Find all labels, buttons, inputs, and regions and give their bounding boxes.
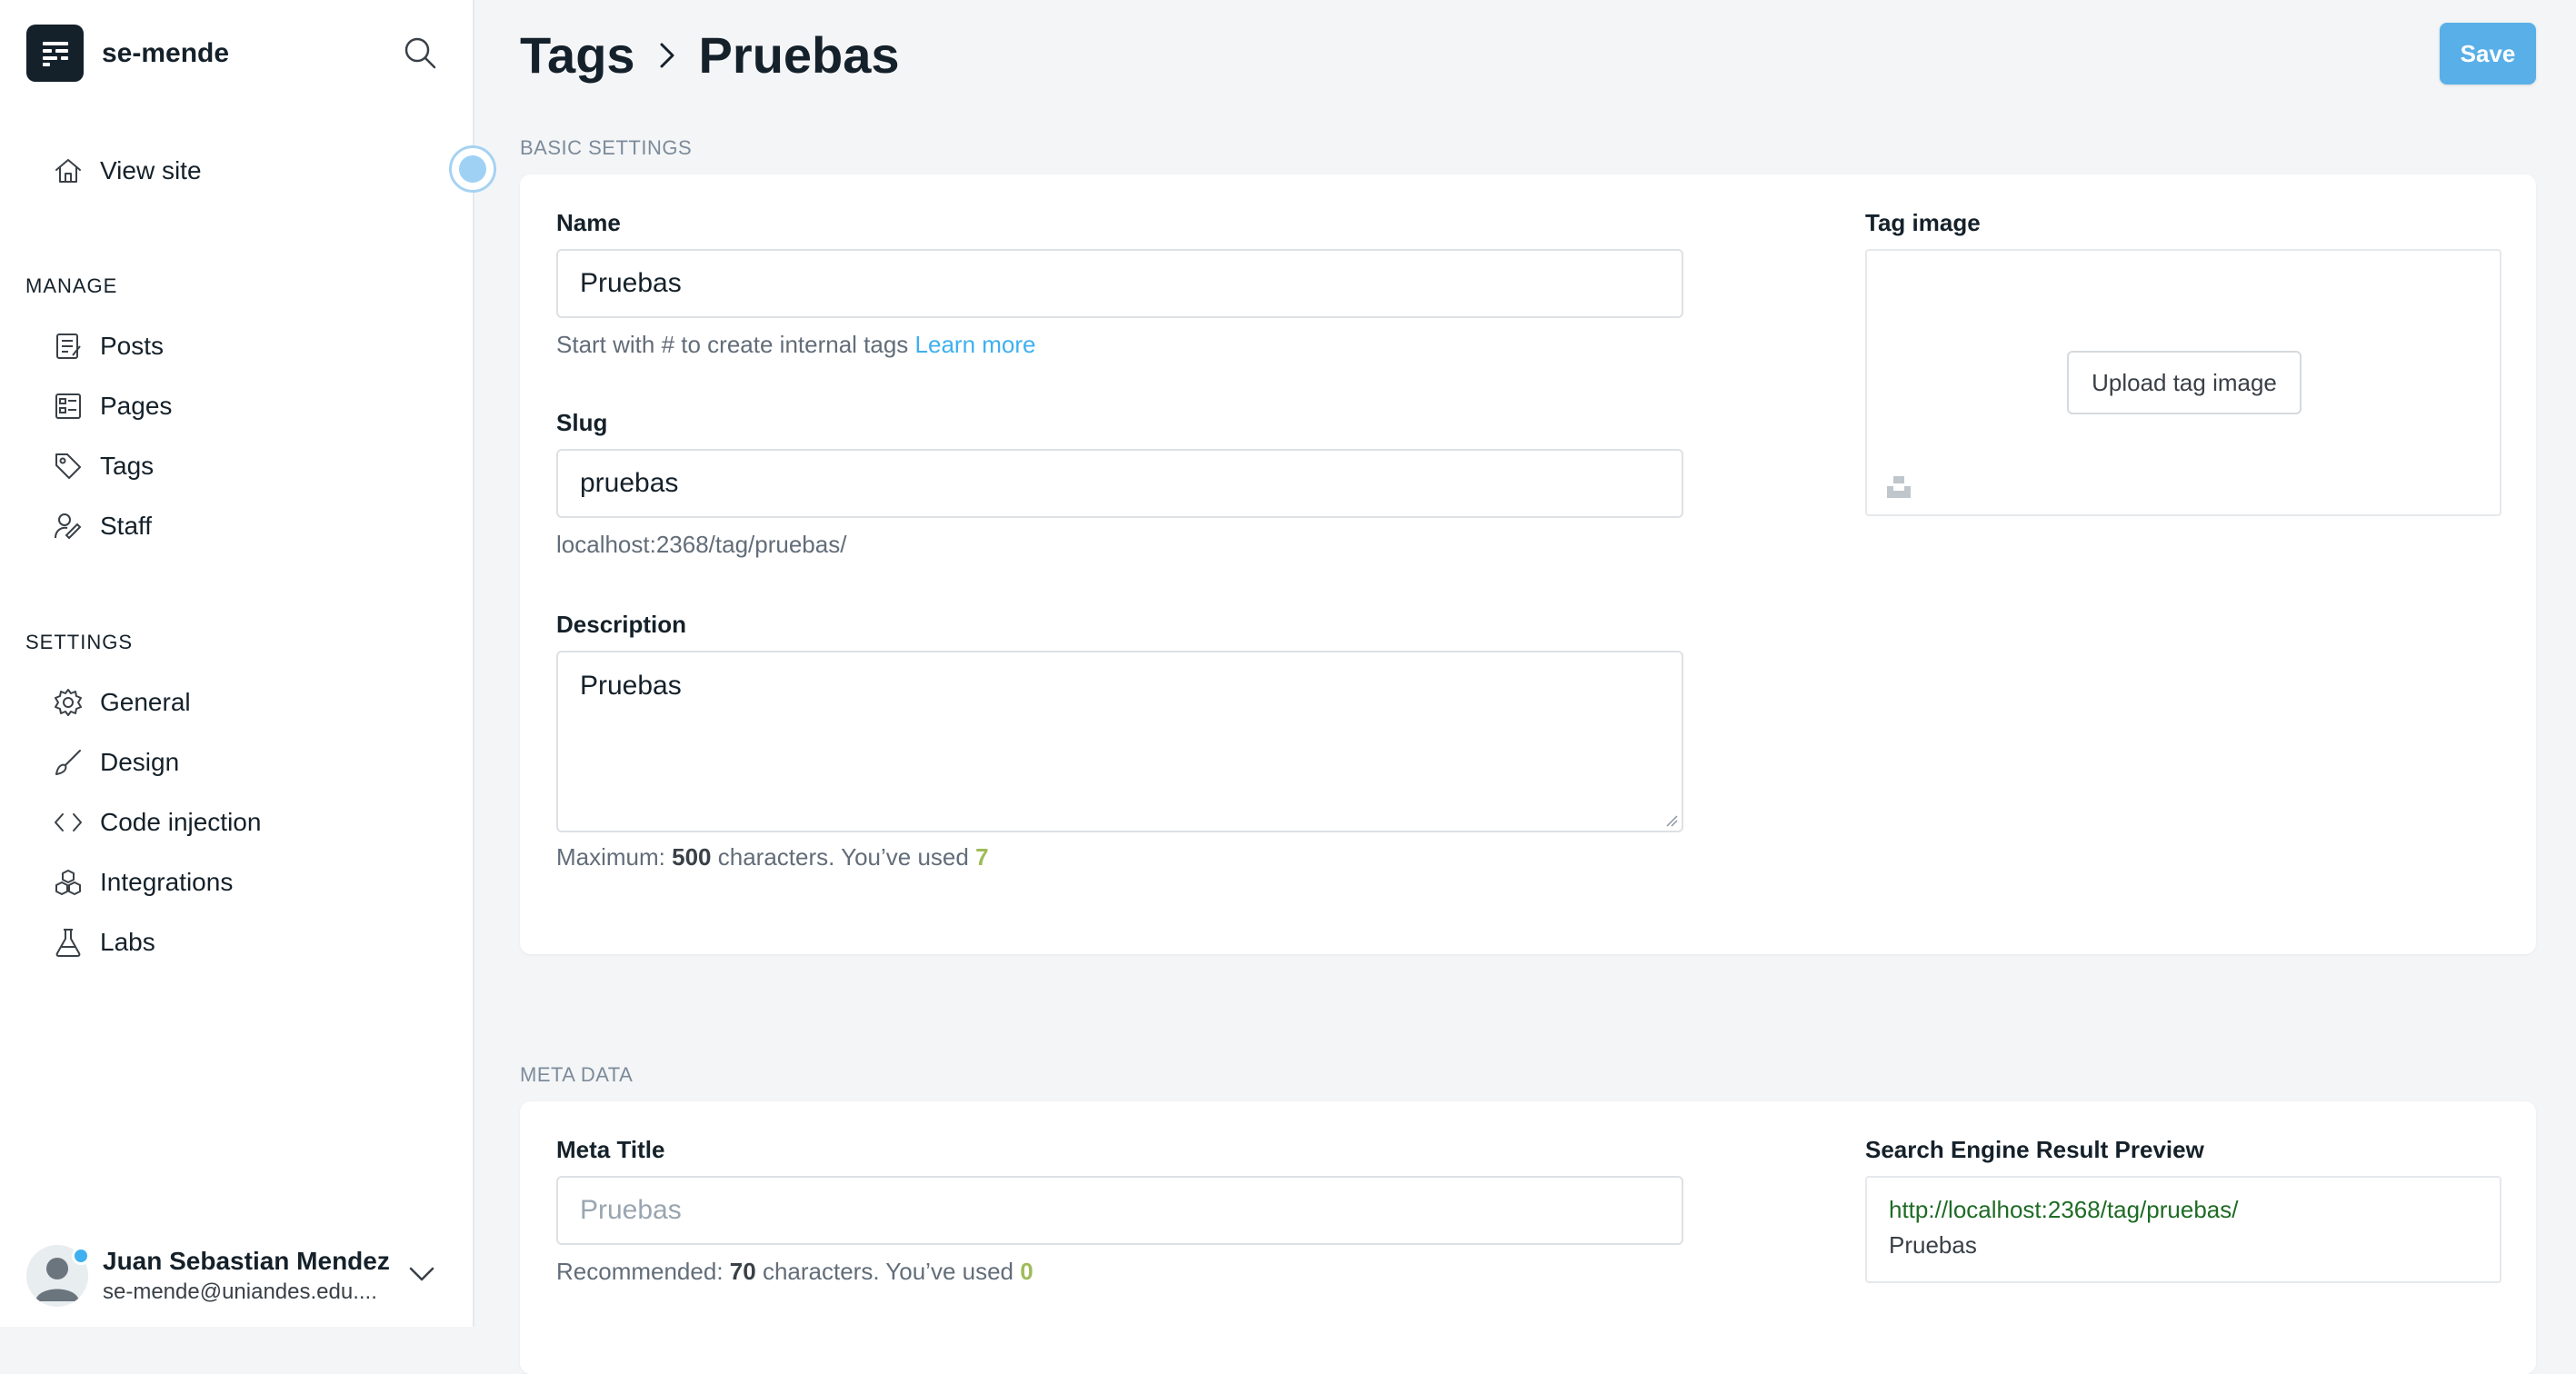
serp-preview: http://localhost:2368/tag/pruebas/ Prueb… bbox=[1865, 1176, 2501, 1283]
basic-settings-card: Name Pruebas Start with # to create inte… bbox=[520, 174, 2536, 954]
user-name: Juan Sebastian Mendez bbox=[103, 1247, 390, 1275]
user-menu[interactable]: Juan Sebastian Mendez se-mende@uniandes.… bbox=[26, 1245, 444, 1307]
slug-input[interactable]: pruebas bbox=[556, 449, 1683, 518]
chevron-down-icon[interactable] bbox=[408, 1265, 435, 1288]
main-content: Tags Pruebas Save BASIC SETTINGS Name Pr… bbox=[476, 0, 2576, 1374]
sidebar-item-general[interactable]: General bbox=[53, 672, 261, 732]
sidebar-item-staff[interactable]: Staff bbox=[53, 496, 172, 556]
view-site-label: View site bbox=[100, 156, 202, 184]
serp-url: http://localhost:2368/tag/pruebas/ bbox=[1889, 1196, 2239, 1223]
settings-section-title: SETTINGS bbox=[25, 631, 134, 653]
counter-used: 7 bbox=[975, 843, 989, 871]
sidebar-item-label: Code injection bbox=[100, 808, 262, 836]
flask-icon bbox=[53, 927, 84, 958]
meta-title-input[interactable]: Pruebas bbox=[556, 1176, 1683, 1245]
sidebar-item-code-injection[interactable]: Code injection bbox=[53, 792, 261, 852]
site-name: se-mende bbox=[102, 37, 230, 68]
learn-more-link[interactable]: Learn more bbox=[915, 331, 1036, 358]
name-label: Name bbox=[556, 209, 621, 236]
sidebar-item-labs[interactable]: Labs bbox=[53, 912, 261, 972]
unsplash-icon[interactable] bbox=[1885, 473, 1912, 500]
sidebar-item-label: Staff bbox=[100, 512, 153, 540]
basic-settings-label: BASIC SETTINGS bbox=[520, 136, 693, 159]
page-title: Pruebas bbox=[698, 26, 900, 84]
user-email: se-mende@uniandes.edu.... bbox=[103, 1279, 377, 1304]
counter-recommended: 70 bbox=[729, 1258, 756, 1285]
name-input[interactable]: Pruebas bbox=[556, 249, 1683, 318]
brush-icon bbox=[53, 747, 84, 778]
counter-mid: characters. You’ve used bbox=[762, 1258, 1014, 1285]
upload-tag-image-button[interactable]: Upload tag image bbox=[2067, 351, 2301, 414]
code-icon bbox=[53, 807, 84, 838]
name-hint: Start with # to create internal tags Lea… bbox=[556, 331, 1036, 359]
counter-prefix: Recommended: bbox=[556, 1258, 724, 1285]
sidebar-item-label: Posts bbox=[100, 332, 165, 360]
tag-icon bbox=[53, 451, 84, 482]
staff-icon bbox=[53, 511, 84, 542]
serp-title: Pruebas bbox=[1889, 1231, 1977, 1259]
slug-url-hint: localhost:2368/tag/pruebas/ bbox=[556, 531, 847, 558]
counter-used: 0 bbox=[1020, 1258, 1033, 1285]
meta-data-card: Meta Title Pruebas Recommended: 70 chara… bbox=[520, 1101, 2536, 1374]
home-icon bbox=[53, 155, 84, 186]
tag-image-dropzone[interactable]: Upload tag image bbox=[1865, 249, 2501, 516]
serp-preview-label: Search Engine Result Preview bbox=[1865, 1136, 2204, 1163]
brand[interactable]: se-mende bbox=[26, 25, 229, 82]
search-icon[interactable] bbox=[402, 35, 438, 71]
sidebar-item-posts[interactable]: Posts bbox=[53, 316, 172, 376]
chevron-right-icon bbox=[655, 40, 679, 71]
sidebar-item-label: Pages bbox=[100, 392, 173, 420]
sidebar-item-label: Design bbox=[100, 748, 180, 776]
counter-max: 500 bbox=[672, 843, 712, 871]
integrations-icon bbox=[53, 867, 84, 898]
resize-handle-icon[interactable] bbox=[1665, 814, 1678, 827]
sidebar-item-label: Integrations bbox=[100, 868, 234, 896]
sidebar-item-design[interactable]: Design bbox=[53, 732, 261, 792]
breadcrumb: Tags Pruebas bbox=[520, 25, 900, 85]
counter-prefix: Maximum: bbox=[556, 843, 665, 871]
description-text: Pruebas bbox=[580, 671, 682, 701]
breadcrumb-tags-link[interactable]: Tags bbox=[520, 25, 635, 85]
tag-image-label: Tag image bbox=[1865, 209, 1981, 236]
sidebar-item-pages[interactable]: Pages bbox=[53, 376, 172, 436]
gear-icon bbox=[53, 687, 84, 718]
sidebar: se-mende View site MANAGE Posts Pages Ta… bbox=[0, 0, 474, 1327]
description-counter: Maximum: 500 characters. You’ve used 7 bbox=[556, 843, 989, 871]
save-button[interactable]: Save bbox=[2440, 23, 2536, 85]
online-status-dot bbox=[72, 1247, 90, 1265]
sidebar-item-label: Labs bbox=[100, 928, 155, 956]
slug-label: Slug bbox=[556, 409, 608, 436]
sidebar-item-label: General bbox=[100, 688, 191, 716]
site-logo-icon bbox=[26, 25, 84, 82]
meta-title-label: Meta Title bbox=[556, 1136, 665, 1163]
sidebar-item-label: Tags bbox=[100, 452, 155, 480]
counter-mid: characters. You’ve used bbox=[717, 843, 969, 871]
meta-data-label: META DATA bbox=[520, 1063, 634, 1086]
view-site-link[interactable]: View site bbox=[53, 153, 202, 189]
manage-section-title: MANAGE bbox=[25, 274, 118, 297]
manage-nav: Posts Pages Tags Staff bbox=[53, 316, 172, 556]
description-textarea[interactable]: Pruebas bbox=[556, 651, 1683, 832]
sidebar-item-integrations[interactable]: Integrations bbox=[53, 852, 261, 912]
meta-title-counter: Recommended: 70 characters. You’ve used … bbox=[556, 1258, 1033, 1286]
pages-icon bbox=[53, 391, 84, 422]
sidebar-item-tags[interactable]: Tags bbox=[53, 436, 172, 496]
settings-nav: General Design Code injection Integratio… bbox=[53, 672, 261, 972]
posts-icon bbox=[53, 331, 84, 362]
description-label: Description bbox=[556, 611, 687, 638]
name-hint-text: Start with # to create internal tags bbox=[556, 331, 909, 358]
